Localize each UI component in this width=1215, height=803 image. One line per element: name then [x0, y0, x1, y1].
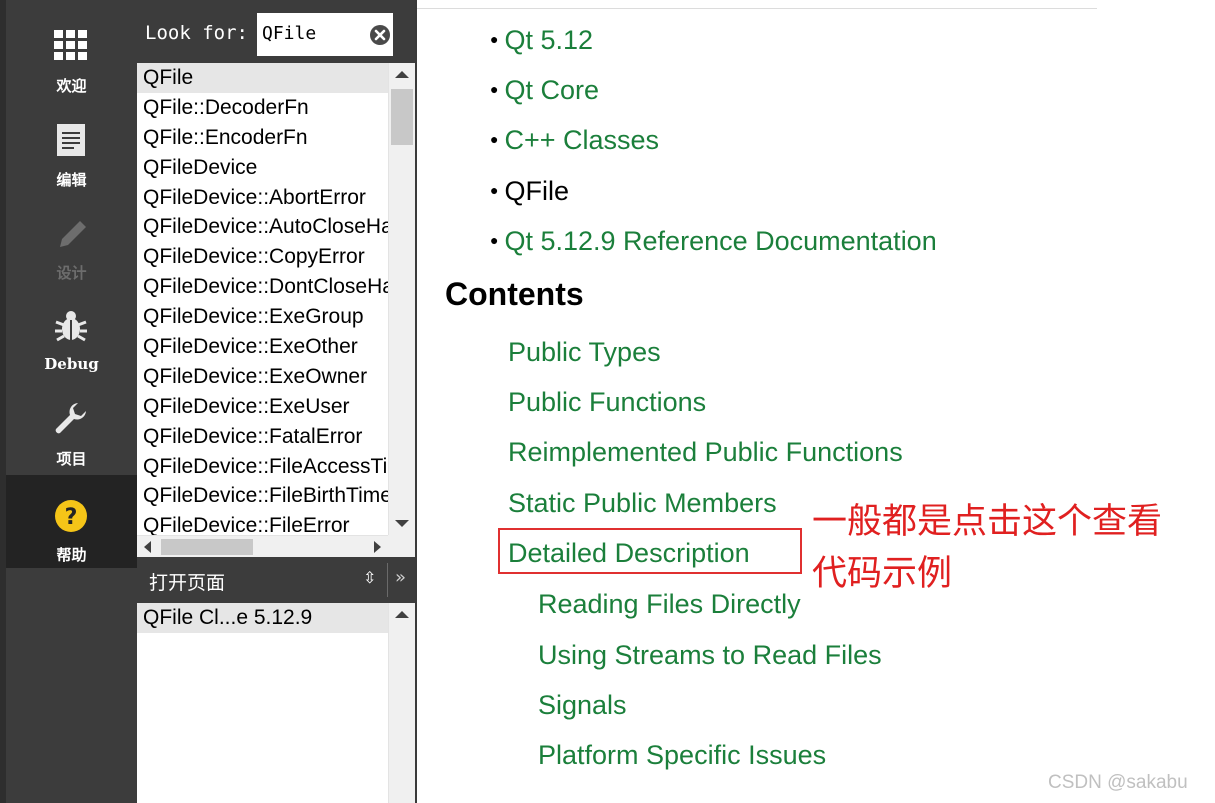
- toc-link-platform-issues[interactable]: Platform Specific Issues: [538, 740, 826, 771]
- clear-search-icon[interactable]: [369, 24, 391, 46]
- look-for-label: Look for:: [145, 22, 248, 44]
- annotation-line-1: 一般都是点击这个查看: [812, 502, 1163, 542]
- scroll-up-arrow-icon[interactable]: [389, 603, 415, 627]
- mode-help[interactable]: ? 帮助: [6, 475, 137, 568]
- grid-icon: [54, 30, 87, 60]
- mode-edit-label: 编辑: [56, 171, 87, 189]
- annotation-note: 一般都是点击这个查看 代码示例: [812, 496, 1215, 600]
- toc-link-public-types[interactable]: Public Types: [508, 337, 661, 368]
- breadcrumb-current: ● QFile: [490, 176, 569, 207]
- list-item[interactable]: QFileDevice::ExeOther: [137, 332, 388, 362]
- breadcrumb-link[interactable]: Qt 5.12: [504, 25, 593, 55]
- expand-more-icon[interactable]: »: [395, 567, 406, 588]
- pencil-icon: [60, 221, 86, 247]
- sort-updown-icon[interactable]: ⇳: [363, 568, 376, 587]
- contents-heading: Contents: [445, 276, 584, 312]
- wrench-icon: [55, 403, 86, 434]
- divider: [387, 563, 388, 597]
- bug-icon: [55, 311, 87, 342]
- scroll-up-arrow-icon[interactable]: [389, 63, 415, 87]
- search-input[interactable]: [262, 23, 362, 44]
- mode-edit[interactable]: 编辑: [6, 112, 137, 204]
- index-horizontal-scrollbar[interactable]: [137, 535, 388, 557]
- mode-welcome[interactable]: 欢迎: [6, 18, 137, 110]
- list-item[interactable]: QFileDevice::FatalError: [137, 422, 388, 452]
- list-item[interactable]: QFileDevice::AutoCloseHandle: [137, 212, 388, 242]
- index-list: QFile QFile::DecoderFn QFile::EncoderFn …: [137, 63, 388, 535]
- scroll-right-arrow-icon[interactable]: [366, 536, 388, 558]
- toc-link-static-members[interactable]: Static Public Members: [508, 488, 777, 519]
- bullet: ●: [490, 232, 499, 248]
- breadcrumb-link[interactable]: Qt 5.12.9 Reference Documentation: [504, 226, 936, 256]
- mode-projects[interactable]: 项目: [6, 391, 137, 473]
- search-bar: Look for:: [137, 0, 415, 63]
- mode-design-label: 设计: [56, 264, 87, 282]
- scroll-down-arrow-icon[interactable]: [389, 511, 415, 535]
- toc-link-reading-files[interactable]: Reading Files Directly: [538, 589, 801, 620]
- list-item-selected[interactable]: QFile: [137, 63, 388, 93]
- list-item[interactable]: QFileDevice::FileAccessTime: [137, 452, 388, 482]
- watermark: CSDN @sakabu: [1048, 772, 1188, 793]
- scroll-thumb[interactable]: [391, 89, 413, 145]
- open-pages-scrollbar[interactable]: [388, 603, 415, 803]
- list-item[interactable]: QFileDevice::DontCloseHandle: [137, 272, 388, 302]
- bullet: ●: [490, 131, 499, 147]
- toc-link-public-functions[interactable]: Public Functions: [508, 387, 706, 418]
- mode-welcome-label: 欢迎: [56, 77, 87, 95]
- breadcrumb-qt[interactable]: ● Qt 5.12: [490, 25, 593, 56]
- open-pages-title: 打开页面: [149, 572, 226, 594]
- index-vertical-scrollbar[interactable]: [388, 63, 415, 535]
- bullet: ●: [490, 81, 499, 97]
- mode-debug[interactable]: Debug: [6, 298, 137, 390]
- open-pages-list: QFile Cl...e 5.12.9: [137, 603, 388, 803]
- mode-debug-label: Debug: [44, 355, 99, 373]
- annotation-line-2: 代码示例: [812, 554, 953, 594]
- breadcrumb-classes[interactable]: ● C++ Classes: [490, 125, 659, 156]
- scroll-left-arrow-icon[interactable]: [137, 536, 159, 558]
- bullet: ●: [490, 31, 499, 47]
- list-item[interactable]: QFileDevice::ExeUser: [137, 392, 388, 422]
- list-item[interactable]: QFileDevice::CopyError: [137, 242, 388, 272]
- mode-help-label: 帮助: [56, 546, 87, 564]
- document-icon: [57, 124, 85, 156]
- list-item[interactable]: QFileDevice::ExeOwner: [137, 362, 388, 392]
- help-index-panel: Look for: QFile QFile::DecoderFn QFile::…: [137, 0, 415, 803]
- mode-sidebar: 欢迎 编辑 设计 Debug 项目 ? 帮助: [0, 0, 137, 803]
- open-page-item[interactable]: QFile Cl...e 5.12.9: [137, 603, 388, 633]
- toc-link-signals[interactable]: Signals: [538, 690, 627, 721]
- list-item[interactable]: QFile::EncoderFn: [137, 123, 388, 153]
- breadcrumb-link[interactable]: C++ Classes: [504, 125, 659, 155]
- horizontal-scroll-thumb[interactable]: [161, 539, 253, 555]
- bullet: ●: [490, 182, 499, 198]
- list-item[interactable]: QFileDevice::FileBirthTime: [137, 481, 388, 511]
- toc-link-reimplemented-functions[interactable]: Reimplemented Public Functions: [508, 437, 903, 468]
- help-icon: ?: [55, 500, 87, 532]
- list-item[interactable]: QFileDevice: [137, 153, 388, 183]
- open-pages-header: 打开页面 ⇳ »: [137, 557, 415, 603]
- breadcrumb-text: QFile: [504, 176, 569, 206]
- breadcrumb-reference[interactable]: ● Qt 5.12.9 Reference Documentation: [490, 226, 937, 257]
- list-item[interactable]: QFileDevice::AbortError: [137, 183, 388, 213]
- documentation-view: ● Qt 5.12 ● Qt Core ● C++ Classes ● QFile ● Q…: [417, 0, 1215, 803]
- mode-projects-label: 项目: [56, 450, 87, 468]
- svg-text:?: ?: [65, 505, 78, 530]
- list-item[interactable]: QFileDevice::FileError: [137, 511, 388, 535]
- mode-design[interactable]: 设计: [6, 205, 137, 297]
- scrollbar-corner: [388, 535, 415, 557]
- breadcrumb-qtcore[interactable]: ● Qt Core: [490, 75, 599, 106]
- toc-link-using-streams[interactable]: Using Streams to Read Files: [538, 640, 882, 671]
- list-item[interactable]: QFileDevice::ExeGroup: [137, 302, 388, 332]
- list-item[interactable]: QFile::DecoderFn: [137, 93, 388, 123]
- annotation-highlight-box: [498, 528, 802, 574]
- breadcrumb-link[interactable]: Qt Core: [504, 75, 599, 105]
